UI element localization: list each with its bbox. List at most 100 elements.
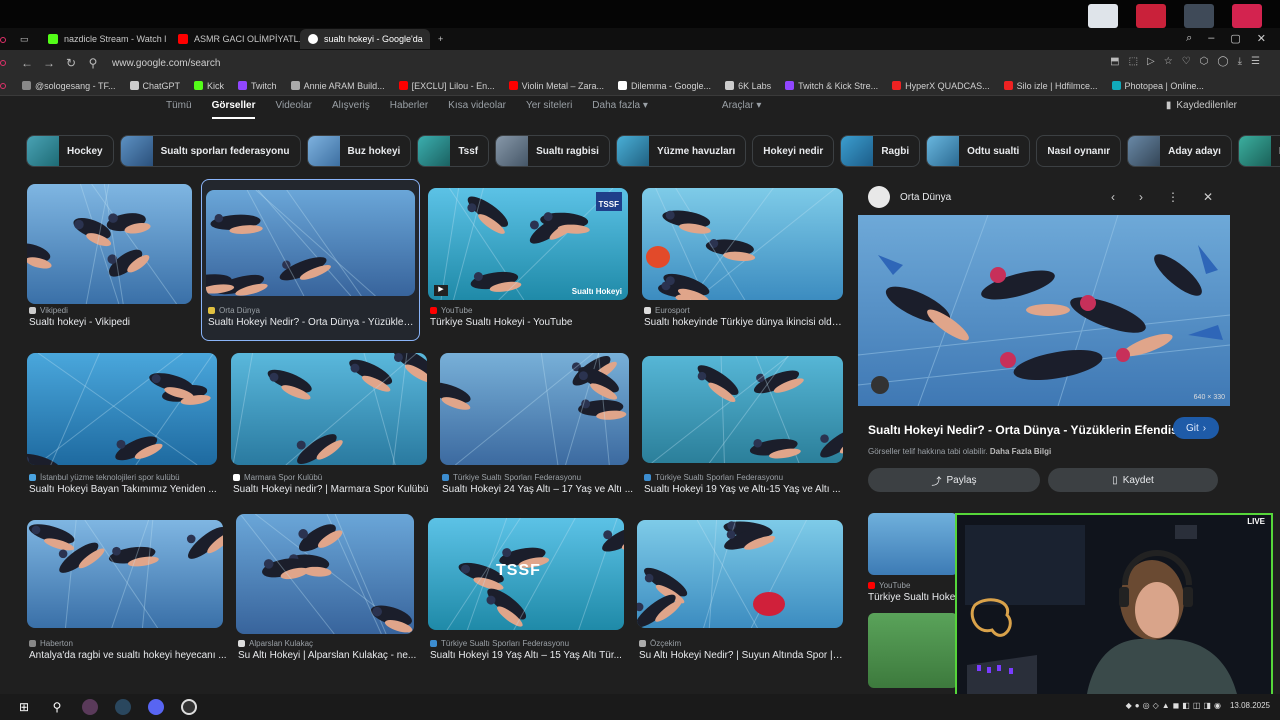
chip-9[interactable]: Nasıl oynanır xyxy=(1036,135,1122,167)
search-tabs-icon[interactable]: ⌕ xyxy=(1186,32,1192,45)
discord-icon[interactable] xyxy=(147,698,165,716)
result-thumbnail[interactable] xyxy=(27,184,192,304)
chip-3[interactable]: Tssf xyxy=(417,135,490,167)
result-thumbnail[interactable]: TSSF xyxy=(428,518,624,630)
related-result[interactable]: YouTube Türkiye Sualtı Hokey xyxy=(868,513,960,688)
saved-button[interactable]: ▮ Kaydedilenler xyxy=(1166,100,1237,111)
result-thumbnail[interactable] xyxy=(642,356,843,463)
close-panel-icon[interactable]: ✕ xyxy=(1203,190,1213,204)
result-thumbnail[interactable] xyxy=(440,353,629,465)
chip-0[interactable]: Hockey xyxy=(26,135,114,167)
result-thumbnail[interactable] xyxy=(27,353,217,465)
profile-icon[interactable]: ◯ xyxy=(1217,56,1228,67)
chip-8[interactable]: Odtu sualti xyxy=(926,135,1031,167)
install-icon[interactable]: ⬒ xyxy=(1110,56,1119,67)
bookmark-item[interactable]: Violin Metal – Zara... xyxy=(508,81,604,91)
chip-10[interactable]: Aday adayı xyxy=(1127,135,1232,167)
result-title[interactable]: Sualtı Hokeyi 24 Yaş Altı – 17 Yaş ve Al… xyxy=(442,484,640,495)
chip-7[interactable]: Ragbi xyxy=(840,135,921,167)
chip-4[interactable]: Sualtı ragbisi xyxy=(495,135,610,167)
close-icon[interactable]: ✕ xyxy=(1257,32,1266,45)
tab-3[interactable]: Alışveriş xyxy=(332,100,370,119)
download-icon[interactable]: ⤓ xyxy=(1238,56,1242,67)
bookmark-item[interactable]: [EXCLU] Lilou - En... xyxy=(398,81,495,91)
bookmark-item[interactable]: HyperX QUADCAS... xyxy=(892,81,990,91)
chip-11[interactable]: Milli takım xyxy=(1237,135,1280,167)
reload-icon[interactable]: ↻ xyxy=(62,56,80,70)
screenshot-icon[interactable]: ⬚ xyxy=(1129,56,1138,67)
tab-0[interactable]: Tümü xyxy=(166,100,192,119)
result-thumbnail[interactable]: TSSF Sualtı Hokeyi ▶ xyxy=(428,188,628,300)
bookmark-item[interactable]: Twitch & Kick Stre... xyxy=(785,81,878,91)
tab-7[interactable]: Daha fazla ▾ xyxy=(592,100,648,119)
save-button[interactable]: ▯ Kaydet xyxy=(1048,468,1218,492)
chip-1[interactable]: Sualtı sporları federasyonu xyxy=(119,135,301,167)
chip-6[interactable]: Hokeyi nedir xyxy=(752,135,835,167)
menu-icon[interactable]: ☰ xyxy=(1251,56,1260,67)
bookmark-item[interactable]: Kick xyxy=(194,81,224,91)
bookmark-item[interactable]: @sologesang - TF... xyxy=(22,81,116,91)
minimize-icon[interactable]: – xyxy=(1208,32,1214,45)
cast-icon[interactable]: ▷ xyxy=(1147,56,1155,67)
preview-site[interactable]: Orta Dünya xyxy=(868,186,951,208)
tab-2[interactable]: Videolar xyxy=(275,100,312,119)
bookmark-item[interactable]: 6K Labs xyxy=(725,81,771,91)
browser-tab-2[interactable]: ASMR GACI OLİMPİYATL. xyxy=(170,29,300,49)
bookmark-item[interactable]: Twitch xyxy=(238,81,277,91)
result-thumbnail[interactable] xyxy=(231,353,427,465)
preview-title[interactable]: Sualtı Hokeyi Nedir? - Orta Dünya - Yüzü… xyxy=(868,423,1181,437)
result-title[interactable]: Antalya'da ragbi ve sualtı hokeyi heyeca… xyxy=(29,650,227,661)
search-icon[interactable]: ⚲ xyxy=(48,698,66,716)
heart-icon[interactable]: ♡ xyxy=(1182,56,1191,67)
more-icon[interactable]: ⋮ xyxy=(1167,190,1179,204)
bookmark-item[interactable]: Photopea | Online... xyxy=(1111,81,1204,91)
back-icon[interactable]: ← xyxy=(18,56,36,70)
result-thumbnail[interactable] xyxy=(637,520,843,628)
result-thumbnail[interactable] xyxy=(206,190,415,296)
new-tab-button[interactable]: + xyxy=(430,29,454,49)
prev-icon[interactable]: ‹ xyxy=(1111,190,1115,204)
lens-icon[interactable] xyxy=(871,376,889,394)
result-title[interactable]: Su Altı Hokeyi Nedir? | Suyun Altında Sp… xyxy=(639,650,843,661)
result-thumbnail[interactable] xyxy=(236,514,414,634)
chip-2[interactable]: Buz hokeyi xyxy=(306,135,412,167)
tab-6[interactable]: Yer siteleri xyxy=(526,100,572,119)
bookmark-item[interactable]: ChatGPT xyxy=(129,81,180,91)
next-icon[interactable]: › xyxy=(1139,190,1143,204)
windows-start-icon[interactable]: ⊞ xyxy=(15,698,33,716)
result-title[interactable]: Sualtı Hokeyi 19 Yaş Altı – 15 Yaş Altı … xyxy=(430,650,628,661)
result-title[interactable]: Sualtı Hokeyi nedir? | Marmara Spor Kulü… xyxy=(233,484,431,495)
bookmark-item[interactable]: Dilemma - Google... xyxy=(618,81,711,91)
browser-tab-1[interactable]: nazdicle Stream - Watch l xyxy=(40,29,170,49)
site-info-icon[interactable]: ⚲ xyxy=(84,56,102,70)
result-thumbnail[interactable] xyxy=(27,520,223,628)
app-1-icon[interactable] xyxy=(81,698,99,716)
result-thumbnail[interactable] xyxy=(642,188,843,300)
result-title[interactable]: Türkiye Sualtı Hokeyi - YouTube xyxy=(430,317,628,328)
tab-4[interactable]: Haberler xyxy=(390,100,428,119)
more-info-link[interactable]: Daha Fazla Bilgi xyxy=(990,447,1051,456)
tray-icons[interactable]: ◆●◎◇▲◼◧◫◨◉ xyxy=(1126,701,1224,710)
tab-5[interactable]: Kısa videolar xyxy=(448,100,506,119)
visit-button[interactable]: Git › xyxy=(1173,417,1219,439)
result-title[interactable]: Sualtı Hokeyi 19 Yaş ve Altı-15 Yaş ve A… xyxy=(644,484,843,495)
maximize-icon[interactable]: ▢ xyxy=(1230,32,1240,45)
bookmark-star-icon[interactable]: ☆ xyxy=(1164,56,1173,67)
forward-icon[interactable]: → xyxy=(40,56,58,70)
url-field[interactable]: www.google.com/search xyxy=(112,58,220,69)
share-button[interactable]: ⤴ Paylaş xyxy=(868,468,1040,492)
result-title[interactable]: Sualtı hokeyinde Türkiye dünya ikincisi … xyxy=(644,317,843,328)
preview-image[interactable] xyxy=(858,215,1230,406)
steam-icon[interactable] xyxy=(114,698,132,716)
result-title[interactable]: Sualtı Hokeyi Bayan Takımımız Yeniden ..… xyxy=(29,484,227,495)
result-title[interactable]: Su Altı Hokeyi | Alparslan Kulakaç - ne.… xyxy=(238,650,436,661)
extensions-icon[interactable]: ⬡ xyxy=(1200,56,1209,67)
obs-icon[interactable] xyxy=(180,698,198,716)
result-title[interactable]: Sualtı hokeyi - Vikipedi xyxy=(29,317,227,328)
tab-8[interactable]: Araçlar ▾ xyxy=(722,100,761,119)
chip-5[interactable]: Yüzme havuzları xyxy=(615,135,747,167)
bookmark-item[interactable]: Annie ARAM Build... xyxy=(290,81,385,91)
result-title[interactable]: Sualtı Hokeyi Nedir? - Orta Dünya - Yüzü… xyxy=(208,317,415,328)
tab-1[interactable]: Görseller xyxy=(211,100,256,119)
bookmark-item[interactable]: Silo izle | Hdfilmce... xyxy=(1003,81,1098,91)
